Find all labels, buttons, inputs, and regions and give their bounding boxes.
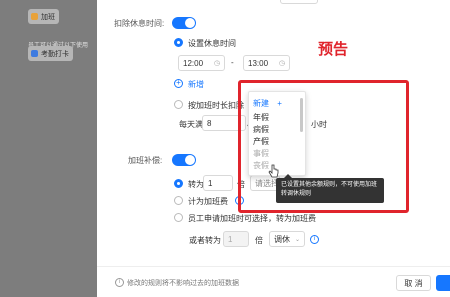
daily-hours-value: 8 [207,118,212,128]
cancel-button[interactable]: 取 消 [396,275,431,291]
add-icon[interactable]: + [174,79,183,88]
top-input[interactable] [280,0,318,4]
convert-multiplier-value: 1 [208,178,213,188]
attendance-badge-label: 考勤打卡 [41,50,69,58]
confirm-button[interactable] [436,275,450,291]
employee-choose-radio[interactable] [174,213,183,222]
attendance-badge[interactable]: 考勤打卡 [28,46,73,61]
break-start-value: 12:00 [183,58,204,68]
overtime-pay-label: 计为加班费 [188,197,228,206]
time-separator: - [231,58,234,67]
break-time-label: 扣除休息时间: [114,19,165,28]
break-time-toggle[interactable] [172,17,196,29]
add-break-link[interactable]: 新增 [188,79,204,90]
break-end-value: 13:00 [248,58,269,68]
clock-icon: ◷ [213,60,220,67]
clock-icon: ◷ [278,60,285,67]
by-duration-label: 按加班时长扣除 [188,101,244,110]
compensation-label: 加班补偿: [128,156,163,165]
convert-radio[interactable] [174,179,183,188]
convert-prefix: 转为 [188,180,204,189]
or-multiplier-value: 1 [228,234,233,244]
chevron-down-icon: ⌄ [294,236,300,243]
or-type-value: 调休 [274,234,290,244]
employee-choose-label: 员工申请加班时可选择，转为加班费 [188,214,316,223]
or-mult-unit: 倍 [255,236,263,245]
footer-info-text: 修改的规则将不影响过去的加班数据 [127,280,239,287]
or-type-select[interactable]: 调休 ⌄ [269,231,305,247]
compensation-toggle[interactable] [172,154,196,166]
background-page: 加班 员工可以通过以下使用 考勤打卡 [0,0,97,297]
annotation-box [238,80,409,213]
overtime-badge-label: 加班 [41,13,55,21]
convert-multiplier-input[interactable]: 1 [203,175,233,191]
break-end-time[interactable]: 13:00 ◷ [243,55,290,71]
set-break-label: 设置休息时间 [188,39,236,48]
by-duration-radio[interactable] [174,100,183,109]
overtime-icon [31,13,38,20]
help-icon[interactable]: i [310,235,319,244]
or-convert-label: 或者转为 [189,236,221,245]
drawer-footer: i 修改的规则将不影响过去的加班数据 取 消 [97,266,450,297]
annotation-text: 预告 [318,41,349,58]
overtime-pay-radio[interactable] [174,196,183,205]
break-start-time[interactable]: 12:00 ◷ [178,55,225,71]
or-multiplier-input[interactable]: 1 [223,231,249,247]
info-icon: i [115,278,124,287]
overtime-badge[interactable]: 加班 [28,9,59,24]
set-break-radio[interactable] [174,38,183,47]
daily-prefix: 每天满 [179,120,203,129]
attendance-icon [31,50,38,57]
